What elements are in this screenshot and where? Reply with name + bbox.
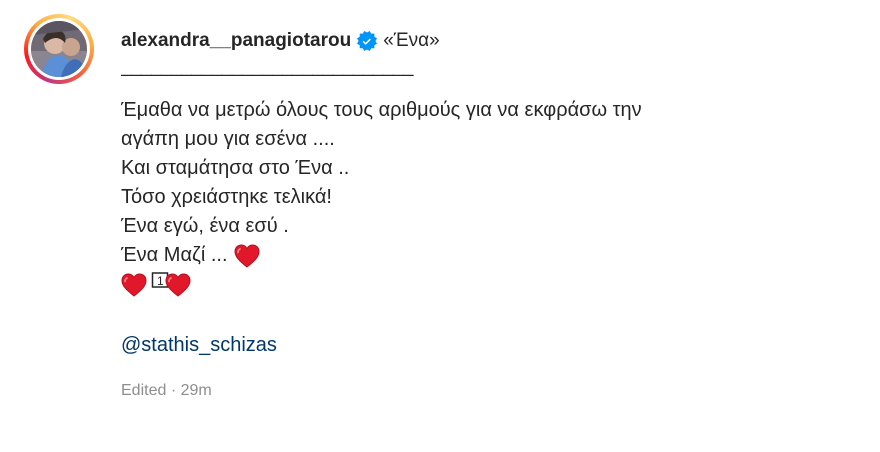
meta-separator: · — [170, 382, 177, 399]
caption-line: Ένα Μαζί ... — [121, 241, 861, 270]
red-heart-icon — [121, 272, 147, 297]
timestamp[interactable]: 29m — [181, 382, 212, 399]
caption-line: αγάπη μου για εσένα .... — [121, 125, 861, 154]
caption-line-text: Και σταμάτησα στο Ένα .. — [121, 157, 350, 179]
emoji-line: 1 — [121, 270, 861, 299]
caption-line: Και σταμάτησα στο Ένα .. — [121, 154, 861, 183]
caption-line-text: αγάπη μου για εσένα .... — [121, 128, 335, 150]
red-heart-icon — [165, 272, 191, 297]
avatar-story-ring[interactable] — [24, 14, 94, 84]
caption-header: alexandra__panagiotarou «Ένα» — [121, 26, 861, 56]
caption-line: Τόσο χρειάστηκε τελικά! — [121, 183, 861, 212]
verified-badge-icon — [357, 31, 378, 51]
mention-link[interactable]: @stathis_schizas — [121, 331, 861, 359]
instagram-caption: alexandra__panagiotarou «Ένα» __________… — [0, 0, 880, 452]
avatar[interactable] — [31, 21, 87, 77]
username-link[interactable]: alexandra__panagiotarou — [121, 26, 351, 56]
keycap-one-text: 1 — [157, 274, 164, 288]
caption-line: Ένα εγώ, ένα εσύ . — [121, 212, 861, 241]
caption-title: «Ένα» — [383, 30, 440, 51]
caption-line-text: Τόσο χρειάστηκε τελικά! — [121, 186, 332, 208]
avatar-border — [28, 18, 90, 80]
caption-line-text: Ένα Μαζί ... — [121, 244, 228, 266]
red-heart-icon — [234, 243, 260, 268]
caption-content: alexandra__panagiotarou «Ένα» __________… — [121, 26, 861, 401]
caption-underline: _____________________________ — [121, 56, 413, 77]
post-meta: Edited · 29m — [121, 381, 861, 401]
caption-line: Έμαθα να μετρώ όλους τους αριθμούς για ν… — [121, 96, 861, 125]
caption-body: Έμαθα να μετρώ όλους τους αριθμούς για ν… — [121, 96, 861, 299]
edited-label: Edited — [121, 382, 167, 399]
avatar-photo-image — [31, 21, 87, 77]
caption-line-text: Έμαθα να μετρώ όλους τους αριθμούς για ν… — [121, 99, 642, 121]
caption-line-text: Ένα εγώ, ένα εσύ . — [121, 215, 289, 237]
